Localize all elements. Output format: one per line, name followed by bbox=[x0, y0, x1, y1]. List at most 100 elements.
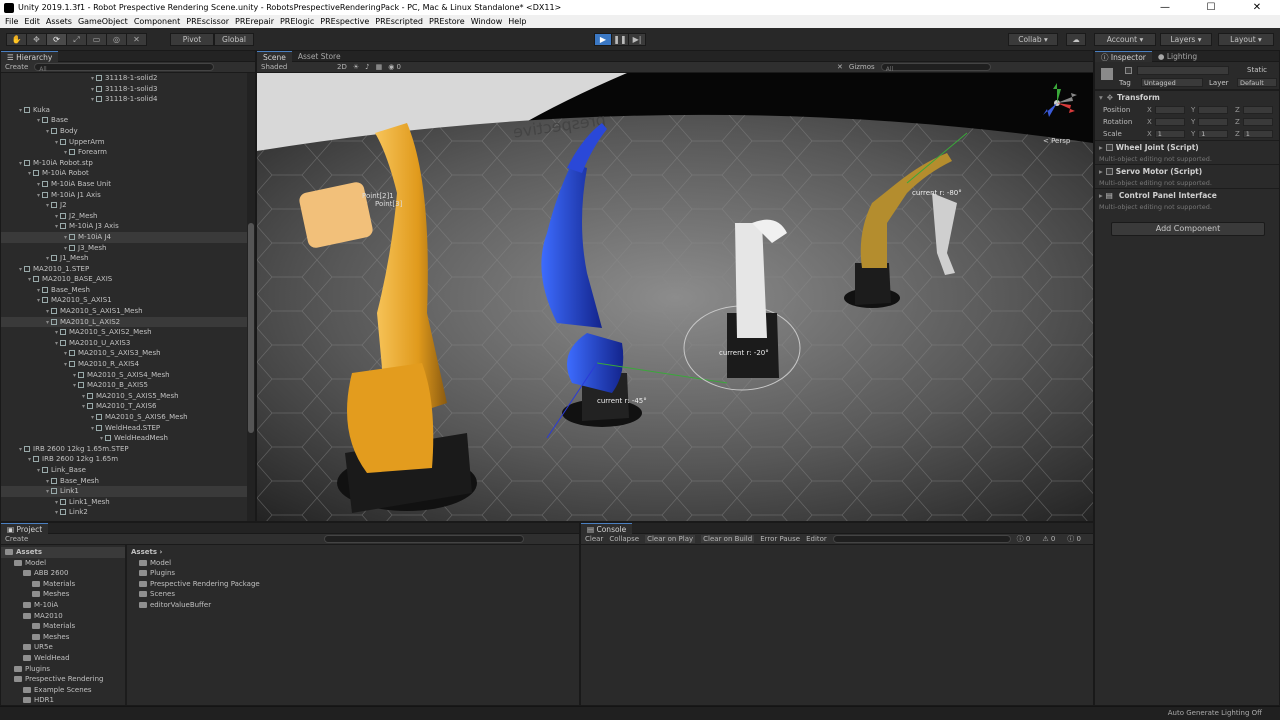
project-tree-item[interactable]: Plugins bbox=[1, 664, 125, 675]
menu-prescripted[interactable]: PREscripted bbox=[372, 17, 426, 26]
project-tree-item[interactable]: HDR1 bbox=[1, 695, 125, 705]
global-toggle[interactable]: Global bbox=[214, 33, 254, 46]
expand-triangle-icon[interactable]: ▾ bbox=[28, 276, 31, 283]
expand-triangle-icon[interactable]: ▾ bbox=[37, 117, 40, 124]
position-x-field[interactable] bbox=[1154, 106, 1185, 114]
tab-inspector[interactable]: ⓘ Inspector bbox=[1095, 51, 1152, 62]
hierarchy-row[interactable]: ▾ MA2010_T_AXIS6 bbox=[1, 401, 247, 412]
expand-triangle-icon[interactable]: ▾ bbox=[37, 181, 40, 188]
active-checkbox[interactable] bbox=[1125, 67, 1132, 74]
hierarchy-row[interactable]: ▾ Kuka bbox=[1, 105, 247, 116]
expand-triangle-icon[interactable]: ▾ bbox=[91, 425, 94, 432]
hierarchy-row[interactable]: ▾ 31118-1-solid3 bbox=[1, 84, 247, 95]
expand-triangle-icon[interactable]: ▾ bbox=[37, 192, 40, 199]
project-tree-item[interactable]: UR5e bbox=[1, 642, 125, 653]
expand-triangle-icon[interactable]: ▾ bbox=[55, 499, 58, 506]
cloud-icon[interactable]: ☁ bbox=[1066, 33, 1086, 46]
hierarchy-row[interactable]: ▾ M-10iA J4 bbox=[1, 231, 247, 243]
hierarchy-row[interactable]: ▾ 31118-1-solid4 bbox=[1, 94, 247, 105]
expand-triangle-icon[interactable]: ▾ bbox=[55, 139, 58, 146]
rotation-z-field[interactable] bbox=[1242, 118, 1273, 126]
hierarchy-row[interactable]: ▾ MA2010_S_AXIS5_Mesh bbox=[1, 391, 247, 402]
layers-dropdown[interactable]: Layers ▾ bbox=[1160, 33, 1212, 46]
hierarchy-row[interactable]: ▾ M-10iA Robot bbox=[1, 168, 247, 179]
scene-viewport[interactable]: prespective Point[2]1 Point[3] current r… bbox=[257, 73, 1093, 521]
tab-lighting[interactable]: ● Lighting bbox=[1152, 51, 1203, 62]
expand-triangle-icon[interactable]: ▾ bbox=[19, 160, 22, 167]
project-tree-item[interactable]: WeldHead bbox=[1, 653, 125, 664]
hierarchy-row[interactable]: ▾ Body bbox=[1, 126, 247, 137]
expand-triangle-icon[interactable]: ▾ bbox=[73, 382, 76, 389]
console-collapse-button[interactable]: Collapse bbox=[609, 535, 639, 543]
hierarchy-row[interactable]: ▾ Link_Base bbox=[1, 465, 247, 476]
console-editor-dropdown[interactable]: Editor bbox=[806, 535, 827, 543]
static-label[interactable]: Static bbox=[1247, 66, 1267, 74]
expand-triangle-icon[interactable]: ▾ bbox=[55, 223, 58, 230]
wheel-joint-header[interactable]: ▸ Wheel Joint (Script) bbox=[1095, 140, 1279, 154]
tab-asset-store[interactable]: Asset Store bbox=[292, 51, 347, 62]
hierarchy-row[interactable]: ▾ MA2010_B_AXIS5 bbox=[1, 380, 247, 391]
hierarchy-row[interactable]: ▾ MA2010_S_AXIS4_Mesh bbox=[1, 370, 247, 381]
hierarchy-row[interactable]: ▾ MA2010_S_AXIS6_Mesh bbox=[1, 412, 247, 423]
hierarchy-row[interactable]: ▾ IRB 2600 12kg 1.65m.STEP bbox=[1, 444, 247, 455]
scene-search-input[interactable]: All bbox=[880, 63, 991, 73]
tab-scene[interactable]: Scene bbox=[257, 51, 292, 62]
expand-triangle-icon[interactable]: ▾ bbox=[64, 361, 67, 368]
console-clear-on-play-button[interactable]: Clear on Play bbox=[645, 535, 696, 543]
expand-triangle-icon[interactable]: ▾ bbox=[37, 287, 40, 294]
hierarchy-row[interactable]: ▾ MA2010_1.STEP bbox=[1, 264, 247, 275]
hierarchy-row[interactable]: ▾ MA2010_R_AXIS4 bbox=[1, 359, 247, 370]
menu-window[interactable]: Window bbox=[468, 17, 506, 26]
expand-triangle-icon[interactable]: ▾ bbox=[100, 435, 103, 442]
move-tool-icon[interactable]: ✥ bbox=[26, 33, 47, 46]
hierarchy-row[interactable]: ▾ Base_Mesh bbox=[1, 476, 247, 487]
expand-triangle-icon[interactable]: ▾ bbox=[82, 393, 85, 400]
transform-tool-icon[interactable]: ◎ bbox=[106, 33, 127, 46]
hierarchy-create-button[interactable]: Create bbox=[5, 63, 28, 71]
hierarchy-row[interactable]: ▾ J2 bbox=[1, 200, 247, 211]
project-tree-item[interactable]: Prespective Rendering bbox=[1, 674, 125, 685]
project-tree-item[interactable]: M-10iA bbox=[1, 600, 125, 611]
layout-dropdown[interactable]: Layout ▾ bbox=[1218, 33, 1274, 46]
expand-triangle-icon[interactable]: ▾ bbox=[82, 403, 85, 410]
expand-triangle-icon[interactable]: ▾ bbox=[91, 75, 94, 82]
position-y-field[interactable] bbox=[1198, 106, 1229, 114]
hierarchy-row[interactable]: ▾ M-10iA Base Unit bbox=[1, 179, 247, 190]
project-splitter[interactable] bbox=[125, 545, 127, 705]
expand-triangle-icon[interactable]: ▾ bbox=[91, 96, 94, 103]
expand-triangle-icon[interactable]: ▾ bbox=[64, 245, 67, 252]
expand-triangle-icon[interactable]: ▾ bbox=[73, 372, 76, 379]
menu-prescissor[interactable]: PREscissor bbox=[183, 17, 232, 26]
transform-header[interactable]: ▾ ✥ Transform bbox=[1095, 90, 1279, 104]
expand-triangle-icon[interactable]: ▾ bbox=[55, 213, 58, 220]
hierarchy-row[interactable]: ▾ MA2010_S_AXIS2_Mesh bbox=[1, 327, 247, 338]
tag-dropdown[interactable]: Untagged bbox=[1141, 78, 1203, 87]
hierarchy-row[interactable]: ▾ J1_Mesh bbox=[1, 253, 247, 264]
project-tree-item[interactable]: Meshes bbox=[1, 632, 125, 643]
expand-triangle-icon[interactable]: ▾ bbox=[46, 319, 49, 326]
hierarchy-row[interactable]: ▾ Forearm bbox=[1, 147, 247, 158]
hierarchy-row[interactable]: ▾ M-10iA Robot.stp bbox=[1, 158, 247, 169]
hierarchy-row[interactable]: ▾ J2_Mesh bbox=[1, 211, 247, 222]
add-component-button[interactable]: Add Component bbox=[1111, 222, 1265, 236]
wheel-joint-checkbox[interactable] bbox=[1105, 144, 1113, 151]
play-icon[interactable]: ▶ bbox=[594, 33, 612, 46]
menu-prespective[interactable]: PREspective bbox=[317, 17, 372, 26]
step-icon[interactable]: ▶| bbox=[628, 33, 646, 46]
hierarchy-row[interactable]: ▾ MA2010_U_AXIS3 bbox=[1, 338, 247, 349]
error-count-icon[interactable]: ⓘ 0 bbox=[1067, 534, 1087, 544]
hierarchy-row[interactable]: ▾ 31118-1-solid2 bbox=[1, 73, 247, 84]
hierarchy-row[interactable]: ▾ Link1_Mesh bbox=[1, 497, 247, 508]
shading-dropdown[interactable]: Shaded bbox=[261, 63, 331, 71]
hierarchy-row[interactable]: ▾ MA2010_S_AXIS3_Mesh bbox=[1, 348, 247, 359]
pivot-toggle[interactable]: Pivot bbox=[170, 33, 214, 46]
rotation-x-field[interactable] bbox=[1154, 118, 1185, 126]
expand-triangle-icon[interactable]: ▾ bbox=[28, 170, 31, 177]
rotate-tool-icon[interactable]: ⟳ bbox=[46, 33, 67, 46]
project-tree-item[interactable]: MA2010 bbox=[1, 611, 125, 622]
maximize-button[interactable]: ☐ bbox=[1188, 0, 1234, 15]
project-asset-item[interactable]: Scenes bbox=[131, 589, 260, 600]
menu-file[interactable]: File bbox=[2, 17, 21, 26]
layer-dropdown[interactable]: Default bbox=[1237, 78, 1277, 87]
gizmos-dropdown[interactable]: Gizmos bbox=[849, 63, 875, 71]
